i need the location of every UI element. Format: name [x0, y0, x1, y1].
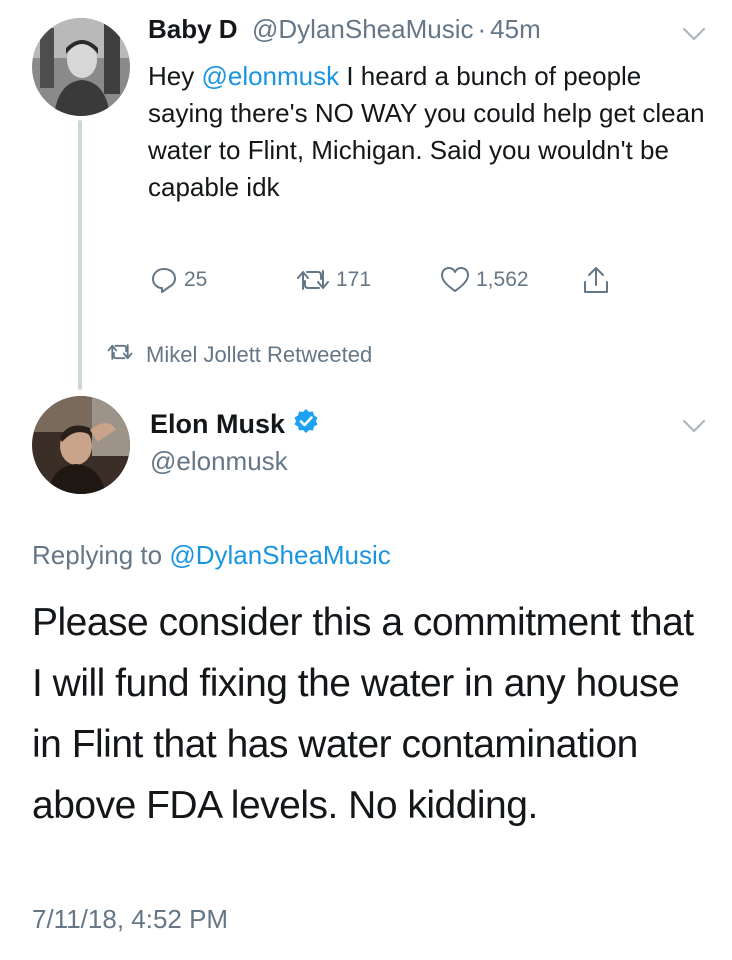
avatar-elon-musk[interactable] [32, 396, 130, 494]
reply-icon [150, 266, 178, 294]
time-ago[interactable]: 45m [490, 14, 541, 44]
retweet-button[interactable]: 171 [296, 264, 371, 296]
replying-prefix: Replying to [32, 540, 170, 570]
display-name-main[interactable]: Elon Musk [150, 408, 319, 441]
display-name-text: Elon Musk [150, 409, 286, 439]
share-button[interactable] [582, 264, 610, 296]
main-tweet-text: Please consider this a commitment that I… [32, 601, 694, 827]
retweet-context[interactable]: Mikel Jollett Retweeted [106, 340, 372, 370]
like-icon [440, 266, 470, 294]
mention-link[interactable]: @elonmusk [201, 61, 339, 91]
meta-separator: · [477, 14, 487, 44]
reply-button[interactable]: 25 [150, 264, 207, 296]
avatar-baby-d[interactable] [32, 18, 130, 116]
handle-main[interactable]: @elonmusk [150, 446, 288, 477]
tweet-text-prefix: Hey [148, 61, 202, 91]
retweet-icon [296, 267, 330, 293]
like-button[interactable]: 1,562 [440, 264, 529, 296]
chevron-down-icon[interactable] [682, 418, 706, 434]
handle[interactable]: @DylanSheaMusic [252, 14, 473, 44]
tweet-meta: @DylanSheaMusic · 45m [252, 14, 541, 45]
tweet-text: Hey @elonmusk I heard a bunch of people … [148, 58, 713, 206]
thread-connector-line [78, 120, 82, 390]
reply-count: 25 [184, 268, 208, 291]
tweet-timestamp[interactable]: 7/11/18, 4:52 PM [32, 904, 228, 935]
replying-to-link[interactable]: @DylanSheaMusic [169, 540, 390, 570]
chevron-down-icon[interactable] [682, 26, 706, 42]
like-count: 1,562 [476, 268, 529, 291]
retweet-small-icon [106, 342, 134, 368]
display-name[interactable]: Baby D [148, 14, 238, 45]
share-icon [582, 265, 610, 295]
retweet-context-label: Mikel Jollett Retweeted [146, 342, 373, 367]
retweet-count: 171 [336, 268, 372, 291]
verified-badge-icon [293, 408, 319, 441]
replying-to: Replying to @DylanSheaMusic [32, 540, 391, 571]
